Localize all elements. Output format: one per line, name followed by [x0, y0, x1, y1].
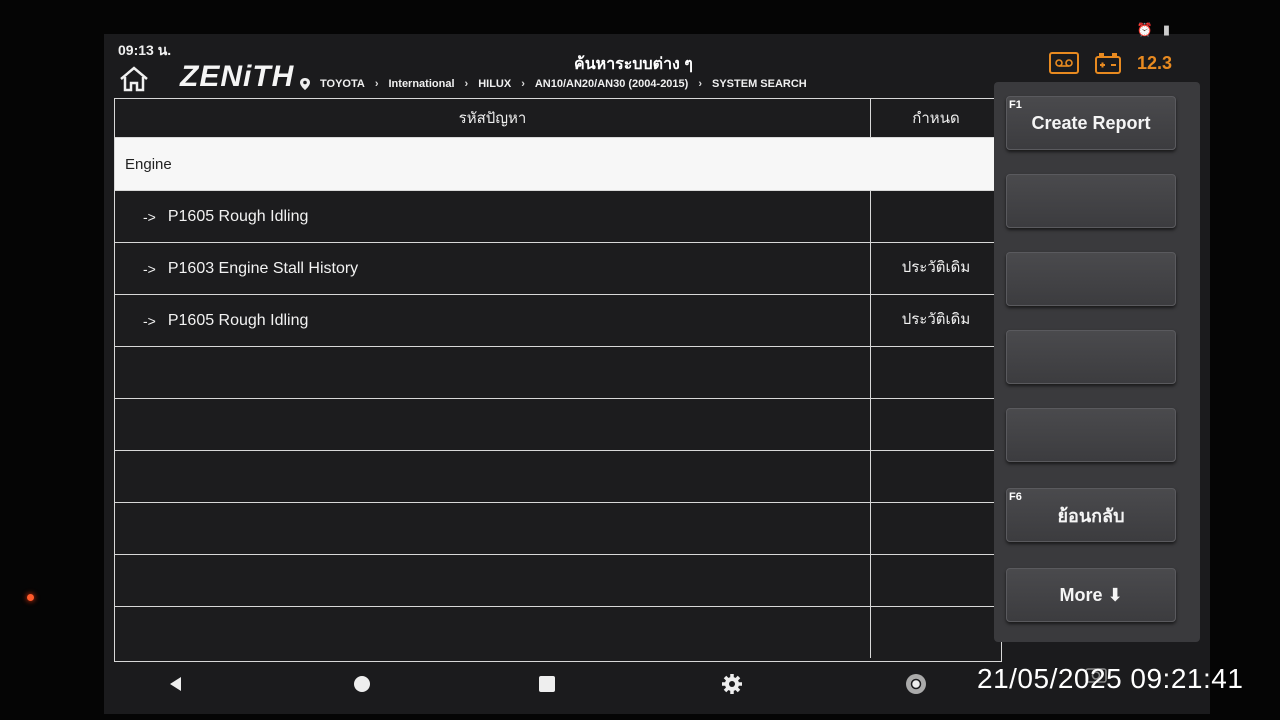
photo-timestamp: 21/05/2025 09:21:41 [977, 663, 1244, 694]
empty-cell [871, 451, 1001, 502]
column-header-definition: กำหนด [912, 110, 960, 127]
breadcrumb-make[interactable]: TOYOTA [320, 78, 365, 90]
recording-icon[interactable] [1048, 52, 1079, 74]
browser-button[interactable] [904, 672, 928, 696]
status-time: 09:13 น. [118, 42, 172, 58]
empty-cell [115, 451, 871, 502]
empty-row [115, 451, 1001, 503]
empty-row [115, 555, 1001, 607]
breadcrumb: TOYOTA › International › HILUX › AN10/AN… [300, 78, 807, 90]
vehicle-status: 12.3 [1048, 52, 1172, 74]
empty-row [115, 503, 1001, 555]
dtc-code-text: P1603 Engine Stall History [167, 259, 359, 277]
function-button-f5[interactable] [1006, 408, 1176, 462]
row-arrow: -> [143, 208, 156, 225]
settings-button[interactable] [720, 672, 744, 696]
alarm-icon: ⏰ [1136, 22, 1153, 37]
back-button[interactable]: F6 ย้อนกลับ [1006, 488, 1176, 542]
dtc-definition-cell: ประวัติเดิม [901, 311, 971, 328]
function-key-panel: F1 Create Report F6 ย้อนกลับ More ⬇ [994, 82, 1200, 642]
empty-cell [871, 607, 1001, 658]
battery-status-icon: ▮ [1162, 22, 1170, 37]
triangle-back-icon [170, 677, 181, 691]
table-row[interactable]: -> P1605 Rough Idling [115, 191, 1001, 243]
dtc-code-text: P1605 Rough Idling [167, 311, 309, 329]
empty-cell [115, 607, 871, 658]
row-arrow: -> [143, 260, 156, 277]
dtc-table: รหัสปัญหา กำหนด Engine -> P1605 Rough Id… [114, 98, 1002, 662]
chevron-right-icon: › [374, 78, 379, 90]
column-header-code: รหัสปัญหา [115, 99, 871, 137]
f6-key-label: F6 [1009, 491, 1022, 503]
empty-cell [115, 399, 871, 450]
function-button-f3[interactable] [1006, 252, 1176, 306]
empty-cell [871, 555, 1001, 606]
breadcrumb-region[interactable]: International [389, 78, 455, 90]
create-report-label: Create Report [1031, 112, 1151, 133]
square-recents-icon [539, 676, 555, 692]
dtc-code-text: P1605 Rough Idling [167, 207, 309, 225]
table-row[interactable]: -> P1603 Engine Stall History ประวัติเดิ… [115, 243, 1001, 295]
device-led [27, 594, 34, 601]
breadcrumb-chassis[interactable]: AN10/AN20/AN30 (2004-2015) [535, 78, 688, 90]
table-header: รหัสปัญหา กำหนด [115, 99, 1001, 138]
status-icons: ⏰ ▮ [1137, 22, 1170, 38]
function-button-f4[interactable] [1006, 330, 1176, 384]
tablet-screen: 09:13 น. ⏰ ▮ ZENiTH ค้นหาระบบต่าง ๆ TOYO… [104, 22, 1210, 714]
function-button-f2[interactable] [1006, 174, 1176, 228]
dtc-definition-cell [871, 191, 1001, 242]
create-report-button[interactable]: F1 Create Report [1006, 96, 1176, 150]
empty-row [115, 399, 1001, 451]
f1-key-label: F1 [1009, 99, 1022, 111]
nav-back-button[interactable] [164, 672, 188, 696]
group-row-engine[interactable]: Engine [115, 138, 1001, 191]
breadcrumb-current: SYSTEM SEARCH [712, 78, 807, 90]
back-label: ย้อนกลับ [1057, 505, 1125, 526]
empty-cell [115, 347, 871, 398]
empty-cell [871, 399, 1001, 450]
dtc-code-cell: -> P1605 Rough Idling [115, 295, 871, 346]
car-battery-icon [1094, 53, 1121, 74]
home-button[interactable] [118, 66, 154, 94]
empty-cell [871, 347, 1001, 398]
more-button[interactable]: More ⬇ [1006, 568, 1176, 622]
chrome-icon [906, 674, 926, 694]
nav-recents-button[interactable] [535, 672, 559, 696]
empty-cell [871, 503, 1001, 554]
chevron-right-icon: › [521, 78, 525, 90]
row-arrow: -> [143, 312, 156, 329]
table-row[interactable]: -> P1605 Rough Idling ประวัติเดิม [115, 295, 1001, 347]
gear-icon [722, 674, 742, 694]
empty-row [115, 607, 1001, 658]
nav-home-button[interactable] [350, 672, 374, 696]
home-icon [120, 66, 148, 92]
circle-home-icon [354, 676, 370, 692]
empty-cell [115, 503, 871, 554]
chevron-right-icon: › [698, 78, 702, 90]
tape-reel-icon [1055, 59, 1073, 67]
chevron-right-icon: › [464, 78, 469, 90]
dtc-code-cell: -> P1605 Rough Idling [115, 191, 871, 242]
breadcrumb-model[interactable]: HILUX [478, 78, 511, 90]
dtc-definition-cell: ประวัติเดิม [901, 259, 971, 276]
location-pin-icon [300, 78, 310, 90]
dtc-code-cell: -> P1603 Engine Stall History [115, 243, 871, 294]
more-label: More ⬇ [1059, 584, 1123, 605]
page-title: ค้นหาระบบต่าง ๆ [574, 56, 693, 73]
battery-voltage: 12.3 [1136, 52, 1172, 73]
empty-row [115, 347, 1001, 399]
zenith-logo: ZENiTH [180, 60, 295, 93]
empty-cell [115, 555, 871, 606]
